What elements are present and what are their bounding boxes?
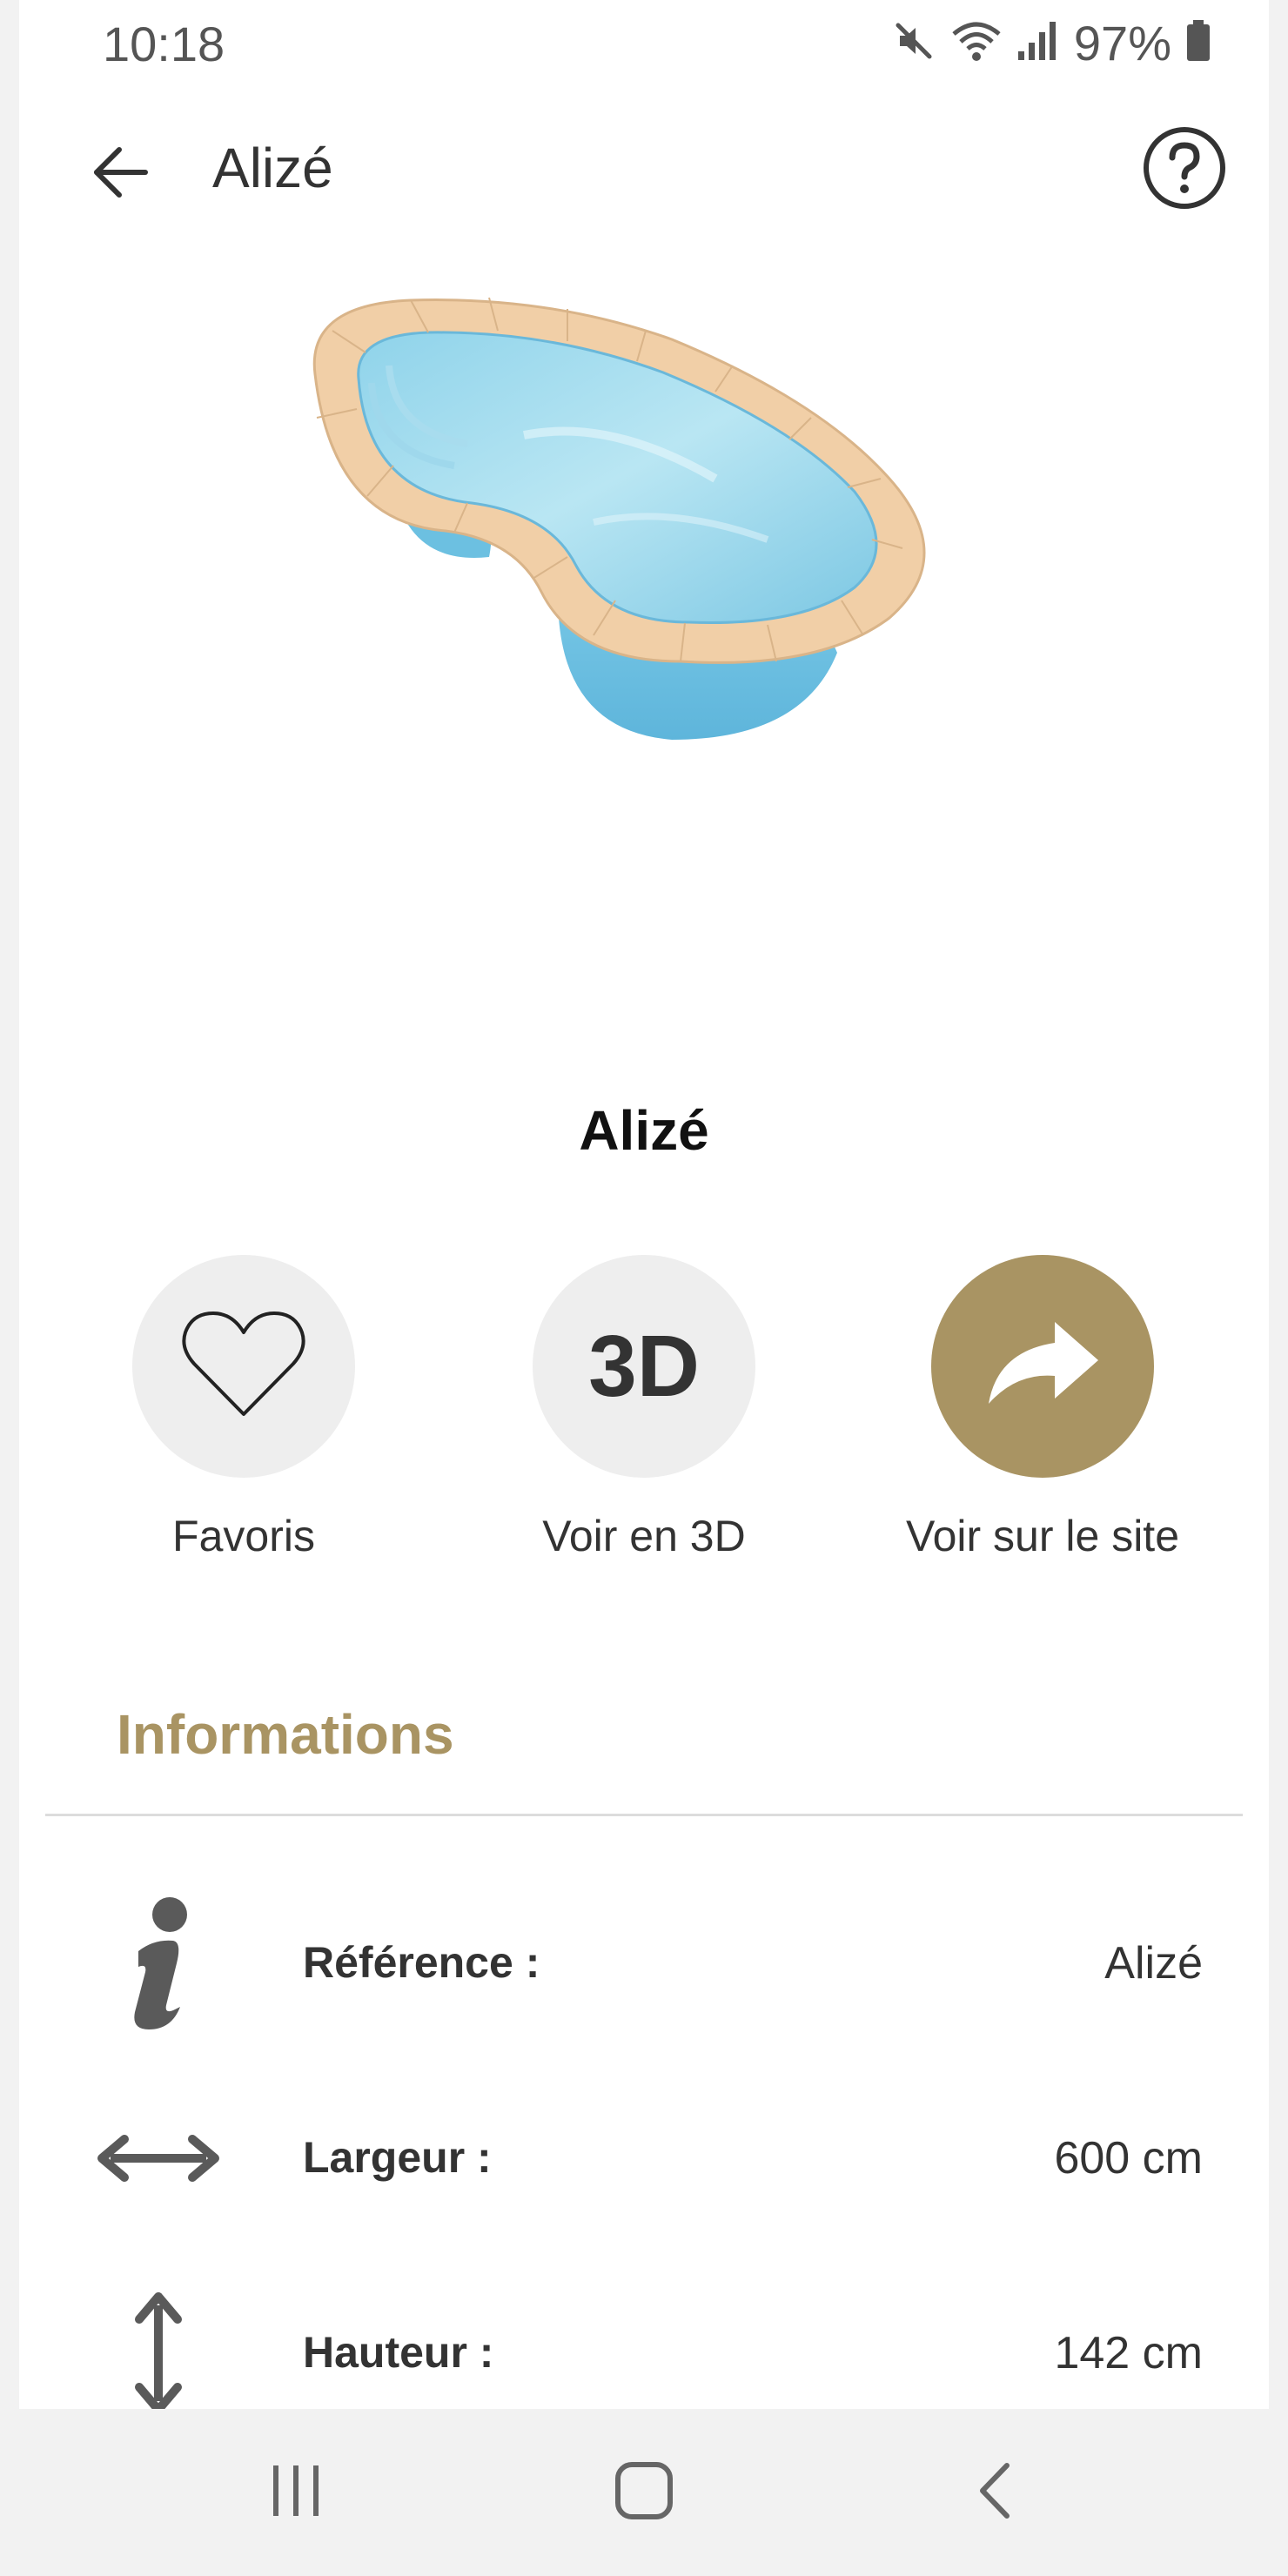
favoris-button[interactable]: Favoris [70,1255,418,1586]
system-nav-bar [0,2409,1288,2576]
system-back-button[interactable] [917,2440,1074,2545]
app-screen: 10:18 97% Alizé Alizé Favoris 3D Voir en… [19,0,1269,2409]
voir-site-circle[interactable] [931,1255,1154,1478]
signal-icon [1016,18,1060,68]
voir-3d-button[interactable]: 3D Voir en 3D [470,1255,818,1586]
battery-percent: 97% [1073,15,1171,70]
height-arrows-icon [89,2275,228,2409]
pool-image [263,278,976,766]
back-button[interactable] [77,131,164,218]
heart-icon [178,1308,309,1426]
info-row-reference: Référence : Alizé [19,1885,1269,2042]
home-button[interactable] [566,2440,722,2545]
recent-apps-button[interactable] [218,2440,374,2545]
app-frame: 10:18 97% Alizé Alizé Favoris 3D Voir en… [0,0,1288,2576]
help-circle-icon [1141,124,1228,216]
info-label-largeur: Largeur : [303,2133,492,2182]
share-arrow-icon [982,1317,1104,1417]
status-bar: 10:18 97% [19,0,1269,87]
3d-icon: 3D [588,1317,700,1415]
product-name: Alizé [579,1099,709,1162]
section-divider [45,1814,1243,1816]
action-buttons: Favoris 3D Voir en 3D Voir sur le site [19,1255,1269,1586]
status-time: 10:18 [103,17,225,71]
screen-edge-right [1269,0,1288,2409]
wifi-icon [950,18,1003,68]
page-title: Alizé [212,137,333,199]
favoris-circle[interactable] [132,1255,355,1478]
home-icon [613,2459,675,2526]
status-icons: 97% [891,12,1211,73]
info-label-hauteur: Hauteur : [303,2328,494,2377]
back-icon [974,2460,1017,2526]
voir-3d-circle[interactable]: 3D [533,1255,755,1478]
mute-icon [891,18,936,68]
help-button[interactable] [1137,122,1232,218]
voir-site-button[interactable]: Voir sur le site [869,1255,1217,1586]
info-icon [89,1885,228,2042]
app-bar: Alizé [19,104,1269,235]
recent-apps-icon [265,2460,326,2526]
width-arrows-icon [89,2080,228,2237]
battery-icon [1185,18,1211,68]
voir-3d-label: Voir en 3D [542,1512,746,1560]
info-label-reference: Référence : [303,1938,540,1987]
informations-title: Informations [117,1703,454,1766]
info-value-largeur: 600 cm [1054,2133,1203,2184]
voir-site-label: Voir sur le site [905,1512,1179,1560]
info-value-reference: Alizé [1104,1938,1203,1989]
info-value-hauteur: 142 cm [1054,2328,1203,2378]
favoris-label: Favoris [172,1512,315,1560]
info-row-hauteur: Hauteur : 142 cm [19,2275,1269,2409]
screen-edge-left [0,0,19,2409]
info-row-largeur: Largeur : 600 cm [19,2080,1269,2237]
arrow-left-icon [90,142,151,207]
